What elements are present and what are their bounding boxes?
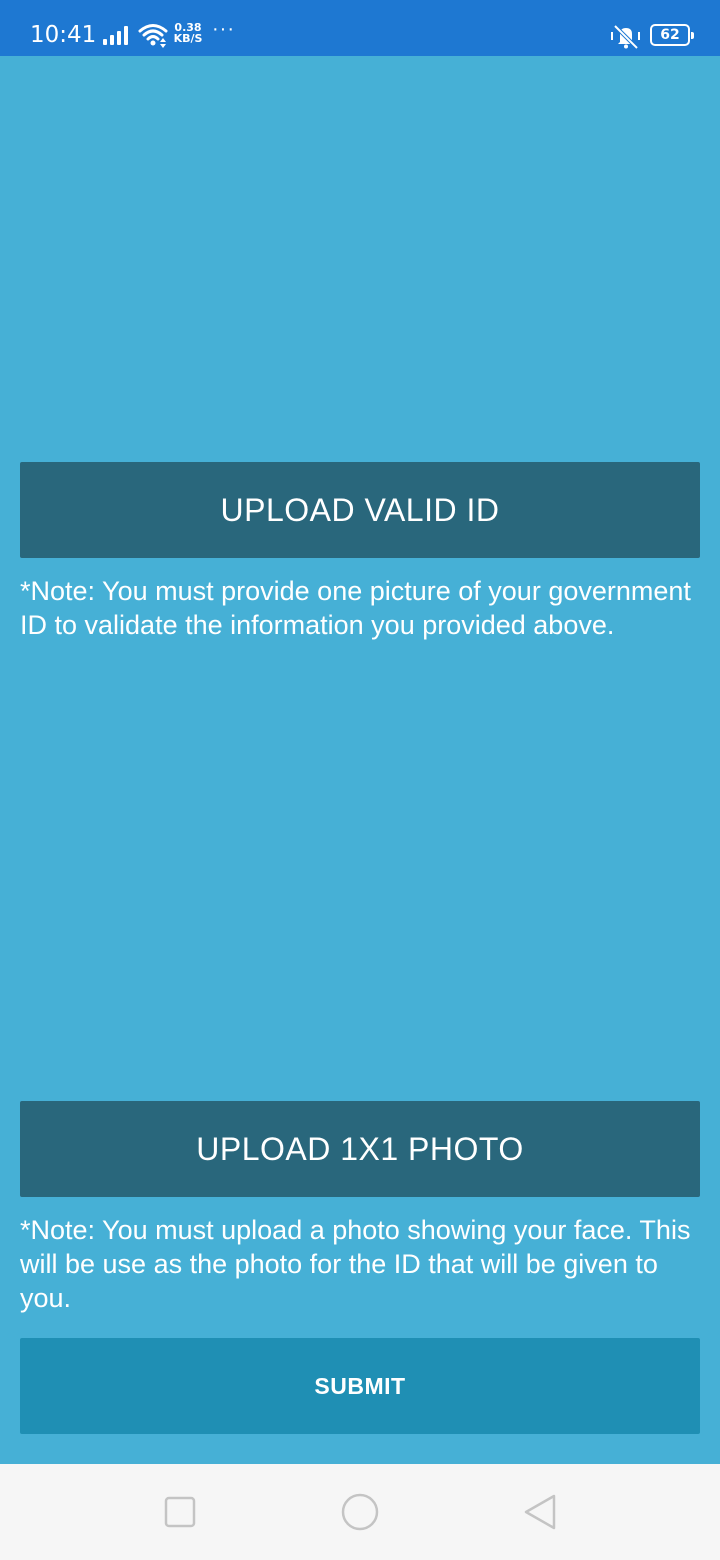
battery-icon: 62	[650, 24, 694, 46]
upload-valid-id-button[interactable]: UPLOAD VALID ID	[20, 462, 700, 558]
upload-photo-label: UPLOAD 1X1 PHOTO	[196, 1130, 524, 1167]
status-time: 10:41	[30, 22, 97, 48]
upload-photo-button[interactable]: UPLOAD 1X1 PHOTO	[20, 1101, 700, 1197]
upload-id-note: *Note: You must provide one picture of y…	[20, 576, 691, 640]
signal-icon	[103, 25, 131, 45]
upload-photo-note: *Note: You must upload a photo showing y…	[20, 1215, 691, 1313]
submit-label: SUBMIT	[314, 1372, 406, 1399]
submit-button[interactable]: SUBMIT	[20, 1338, 700, 1434]
back-triangle-icon[interactable]	[520, 1492, 560, 1532]
upload-valid-id-label: UPLOAD VALID ID	[220, 491, 500, 528]
home-circle-icon[interactable]	[340, 1492, 380, 1532]
net-speed-unit: KB/S	[173, 32, 203, 45]
navigation-bar	[0, 1464, 720, 1560]
mute-icon	[611, 24, 640, 50]
status-bar: 10:41 0.38 KB/S ··· 62	[0, 0, 720, 56]
recents-square-icon[interactable]	[160, 1492, 200, 1532]
net-speed: 0.38 KB/S	[172, 22, 204, 44]
wifi-icon	[138, 24, 168, 48]
more-notifications-icon: ···	[212, 18, 235, 40]
